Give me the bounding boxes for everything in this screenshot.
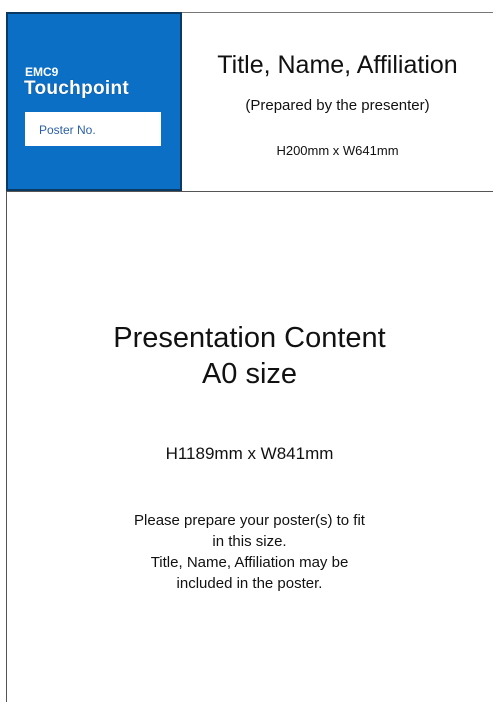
logo-block: EMC9 Touchpoint Poster No. [6, 12, 182, 191]
header-size: H200mm x W641mm [276, 143, 399, 158]
content-title-line2: A0 size [201, 358, 298, 390]
content-note-line: Please prepare your poster(s) to fit [134, 512, 365, 529]
header-title: Title, Name, Affiliation [217, 51, 458, 79]
poster-header: EMC9 Touchpoint Poster No. Title, Name, … [6, 12, 493, 192]
content-size: H1189mm x W841mm [165, 444, 334, 463]
content-title: Presentation Content A0 size [6, 320, 493, 392]
content-note-line: Title, Name, Affiliation may be [150, 554, 349, 571]
poster-number-label: Poster No. [39, 123, 96, 137]
poster-number-field: Poster No. [25, 112, 161, 146]
content-note: Please prepare your poster(s) to fit in … [6, 510, 493, 594]
header-info: Title, Name, Affiliation (Prepared by th… [182, 12, 493, 191]
content-title-line1: Presentation Content [113, 322, 386, 354]
content-note-line: in this size. [212, 533, 287, 550]
header-subtitle: (Prepared by the presenter) [245, 97, 430, 114]
content-area: Presentation Content A0 size H1189mm x W… [6, 192, 493, 700]
content-note-line: included in the poster. [176, 575, 323, 592]
logo-brand-small: EMC9 [25, 65, 59, 79]
logo-brand-main: Touchpoint [24, 78, 130, 99]
